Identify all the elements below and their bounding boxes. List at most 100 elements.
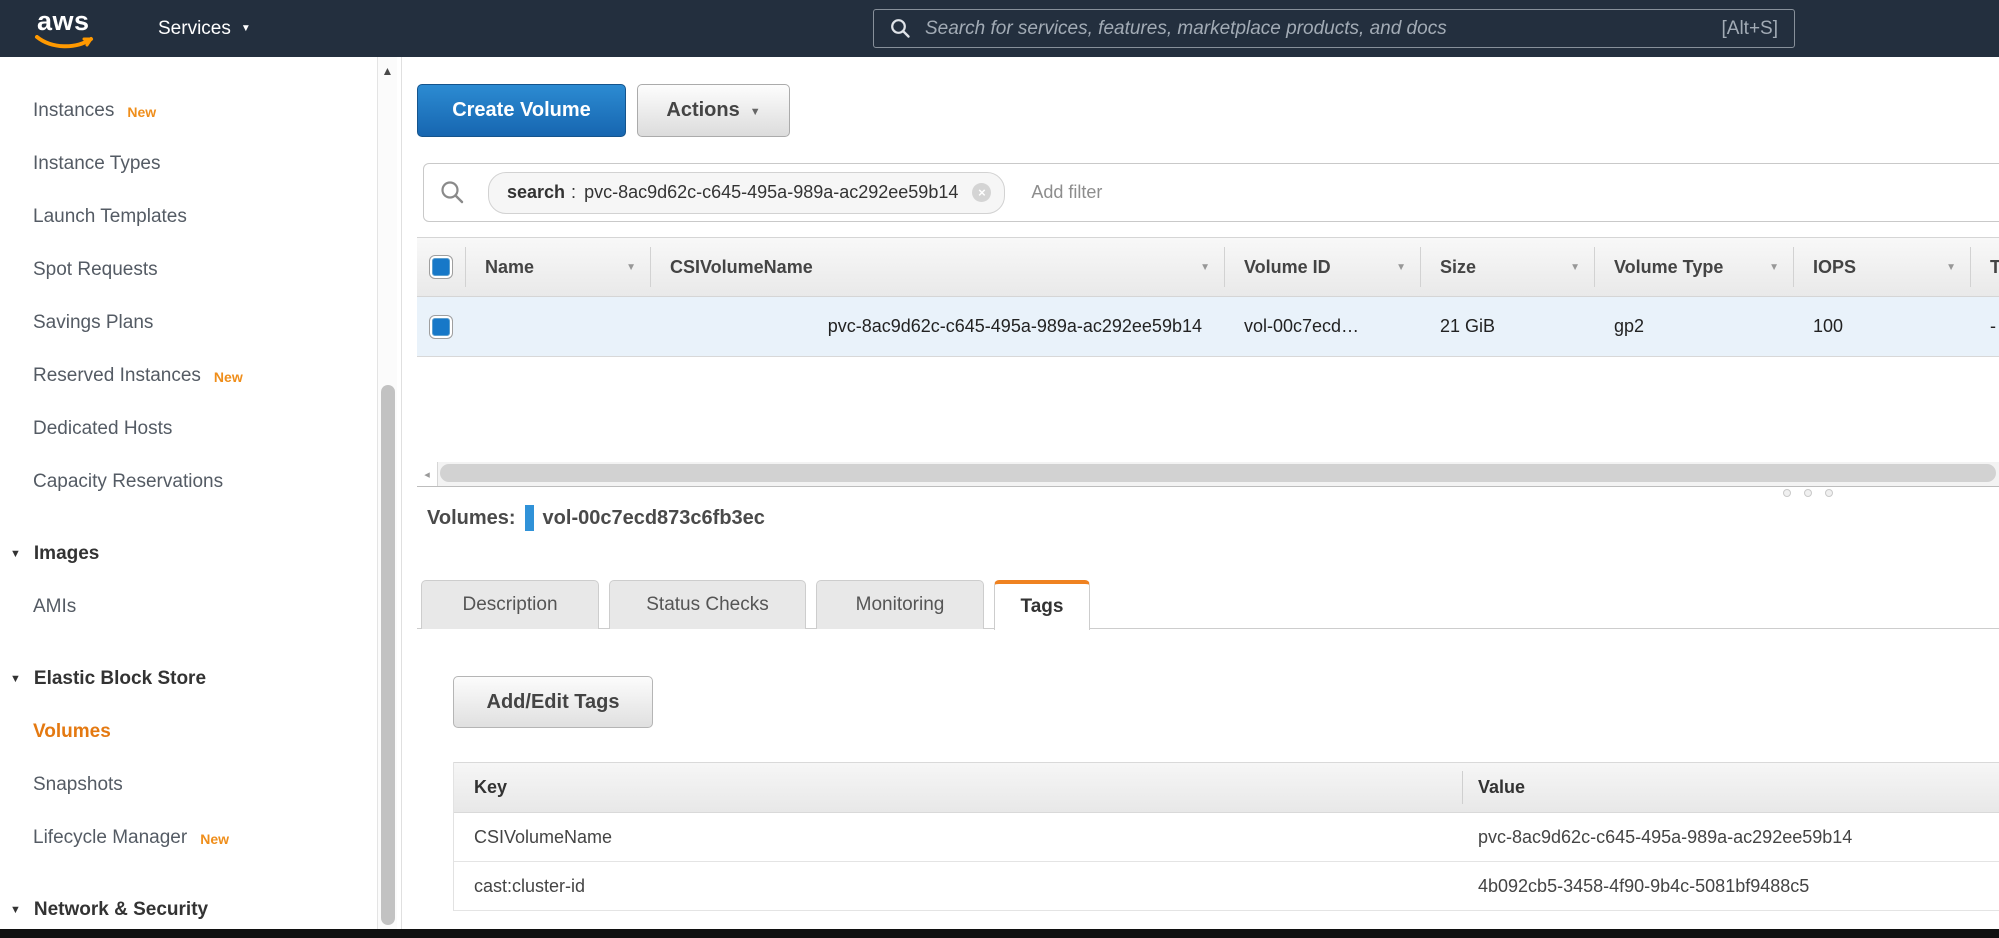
add-edit-tags-label: Add/Edit Tags bbox=[487, 691, 620, 714]
tab[interactable]: Status Checks bbox=[609, 580, 806, 629]
create-volume-label: Create Volume bbox=[452, 99, 591, 122]
filter-bar[interactable]: search : pvc-8ac9d62c-c645-495a-989a-ac2… bbox=[423, 163, 1999, 222]
sidebar-item[interactable]: ▼ Network & Security bbox=[0, 883, 377, 929]
horizontal-scrollbar-thumb[interactable] bbox=[440, 464, 1996, 482]
scroll-left-icon[interactable]: ◂ bbox=[417, 462, 438, 486]
column-header[interactable]: Volume Type ▼ bbox=[1594, 238, 1793, 296]
sidebar-divider bbox=[401, 57, 402, 929]
column-header-label: CSIVolumeName bbox=[670, 257, 813, 278]
tags-table: Key Value CSIVolumeName pvc-8ac9d62c-c64… bbox=[453, 762, 1999, 911]
sidebar-item[interactable]: Capacity Reservations bbox=[0, 455, 377, 508]
cell-name bbox=[465, 297, 650, 356]
sidebar-item[interactable]: Savings Plans bbox=[0, 296, 377, 349]
select-all-checkbox[interactable] bbox=[430, 256, 452, 278]
add-edit-tags-button[interactable]: Add/Edit Tags bbox=[453, 676, 653, 728]
sidebar-item[interactable]: ▼ Images bbox=[0, 527, 377, 580]
sidebar-item-label: Images bbox=[34, 543, 99, 565]
sort-caret-icon: ▼ bbox=[1946, 262, 1956, 273]
volume-table-row[interactable]: pvc-8ac9d62c-c645-495a-989a-ac292ee59b14… bbox=[417, 297, 1999, 357]
sidebar-item[interactable]: Instance Types bbox=[0, 137, 377, 190]
sidebar-item[interactable]: Dedicated Hosts bbox=[0, 402, 377, 455]
sidebar-scrollbar[interactable]: ▲ bbox=[377, 57, 397, 929]
detail-header: Volumes: vol-00c7ecd873c6fb3ec bbox=[427, 505, 765, 531]
tag-key: cast:cluster-id bbox=[454, 862, 1462, 910]
sidebar-item[interactable]: Spot Requests bbox=[0, 243, 377, 296]
column-header-label: T bbox=[1990, 257, 1999, 278]
chip-close-icon[interactable]: × bbox=[972, 183, 991, 202]
volumes-table-header: Name ▼ CSIVolumeName ▼ Volume ID ▼ Size … bbox=[417, 237, 1999, 297]
column-header[interactable]: Volume ID ▼ bbox=[1224, 238, 1420, 296]
filter-chip-value: pvc-8ac9d62c-c645-495a-989a-ac292ee59b14 bbox=[584, 182, 958, 203]
nav-search-input[interactable] bbox=[925, 18, 1722, 40]
sort-caret-icon: ▼ bbox=[1396, 262, 1406, 273]
column-header-label: Volume Type bbox=[1614, 257, 1723, 278]
tab-label: Status Checks bbox=[646, 594, 769, 616]
sidebar-item[interactable]: AMIs bbox=[0, 580, 377, 633]
chevron-down-icon: ▼ bbox=[750, 103, 761, 118]
sidebar-item[interactable]: Lifecycle Manager New bbox=[0, 811, 377, 864]
sort-caret-icon: ▼ bbox=[626, 262, 636, 273]
sidebar-item-label: Snapshots bbox=[33, 774, 123, 796]
sidebar-item[interactable]: Reserved Instances New bbox=[0, 349, 377, 402]
column-header[interactable]: T ▼ bbox=[1970, 238, 1999, 296]
row-checkbox[interactable] bbox=[430, 316, 452, 338]
row-select-cell bbox=[417, 297, 465, 356]
cell-size: 21 GiB bbox=[1420, 297, 1594, 356]
sidebar: Instances New Instance Types Launch Temp… bbox=[0, 57, 377, 929]
new-badge: New bbox=[214, 367, 243, 385]
sidebar-item[interactable]: Volumes bbox=[0, 705, 377, 758]
column-header[interactable]: CSIVolumeName ▼ bbox=[650, 238, 1224, 296]
tag-value: pvc-8ac9d62c-c645-495a-989a-ac292ee59b14 bbox=[1462, 813, 1999, 861]
volumes-label: Volumes: bbox=[427, 507, 516, 530]
add-filter-input[interactable]: Add filter bbox=[1031, 182, 1102, 203]
new-badge: New bbox=[200, 829, 229, 847]
column-header-label: Size bbox=[1440, 257, 1476, 278]
select-all-cell bbox=[417, 238, 465, 296]
create-volume-button[interactable]: Create Volume bbox=[417, 84, 626, 137]
sidebar-item-label: Dedicated Hosts bbox=[33, 418, 172, 440]
sort-caret-icon: ▼ bbox=[1200, 262, 1210, 273]
tab[interactable]: Monitoring bbox=[816, 580, 984, 629]
actions-button[interactable]: Actions ▼ bbox=[637, 84, 790, 137]
column-header[interactable]: IOPS ▼ bbox=[1793, 238, 1970, 296]
sidebar-item[interactable]: Launch Templates bbox=[0, 190, 377, 243]
nav-search-box[interactable]: [Alt+S] bbox=[873, 9, 1795, 48]
services-label: Services bbox=[158, 18, 231, 40]
sidebar-item[interactable]: ▼ Elastic Block Store bbox=[0, 652, 377, 705]
aws-console-page: aws Services ▼ [Alt+S] Instances New bbox=[0, 0, 1999, 938]
section-caret-icon: ▼ bbox=[10, 904, 21, 916]
tab-label: Monitoring bbox=[856, 594, 945, 616]
tags-value-header: Value bbox=[1462, 763, 1999, 812]
sort-caret-icon: ▼ bbox=[1570, 262, 1580, 273]
column-header[interactable]: Size ▼ bbox=[1420, 238, 1594, 296]
keyboard-shortcut: [Alt+S] bbox=[1722, 18, 1779, 40]
tags-table-header: Key Value bbox=[454, 762, 1999, 813]
tab-label: Description bbox=[462, 594, 557, 616]
selected-volume-id: vol-00c7ecd873c6fb3ec bbox=[543, 507, 765, 530]
panel-resize-handle[interactable] bbox=[1783, 489, 1833, 497]
sidebar-item-label: Reserved Instances bbox=[33, 365, 201, 387]
section-caret-icon: ▼ bbox=[10, 548, 21, 560]
sidebar-item[interactable]: Snapshots bbox=[0, 758, 377, 811]
column-header[interactable]: Name ▼ bbox=[465, 238, 650, 296]
bottom-bar bbox=[0, 929, 1999, 938]
filter-chip[interactable]: search : pvc-8ac9d62c-c645-495a-989a-ac2… bbox=[488, 172, 1005, 214]
tags-key-header: Key bbox=[454, 763, 1462, 812]
sidebar-item-label: Launch Templates bbox=[33, 206, 187, 228]
sidebar-item-label: Capacity Reservations bbox=[33, 471, 223, 493]
sidebar-item[interactable]: Instances New bbox=[0, 84, 377, 137]
tag-value: 4b092cb5-3458-4f90-9b4c-5081bf9488c5 bbox=[1462, 862, 1999, 910]
tag-row: cast:cluster-id 4b092cb5-3458-4f90-9b4c-… bbox=[454, 862, 1999, 911]
tab[interactable]: Tags bbox=[994, 580, 1090, 630]
selection-bar bbox=[525, 505, 534, 531]
scroll-up-icon[interactable]: ▲ bbox=[378, 57, 397, 78]
sidebar-scrollbar-thumb[interactable] bbox=[381, 385, 395, 925]
sidebar-item-label: Network & Security bbox=[34, 899, 208, 921]
services-menu[interactable]: Services ▼ bbox=[158, 0, 251, 57]
horizontal-scrollbar[interactable]: ◂ bbox=[417, 462, 1999, 487]
sidebar-item-label: Instances bbox=[33, 100, 114, 122]
sidebar-item-label: Savings Plans bbox=[33, 312, 153, 334]
sidebar-item-label: Spot Requests bbox=[33, 259, 158, 281]
tab[interactable]: Description bbox=[421, 580, 599, 629]
aws-logo[interactable]: aws bbox=[34, 6, 98, 52]
